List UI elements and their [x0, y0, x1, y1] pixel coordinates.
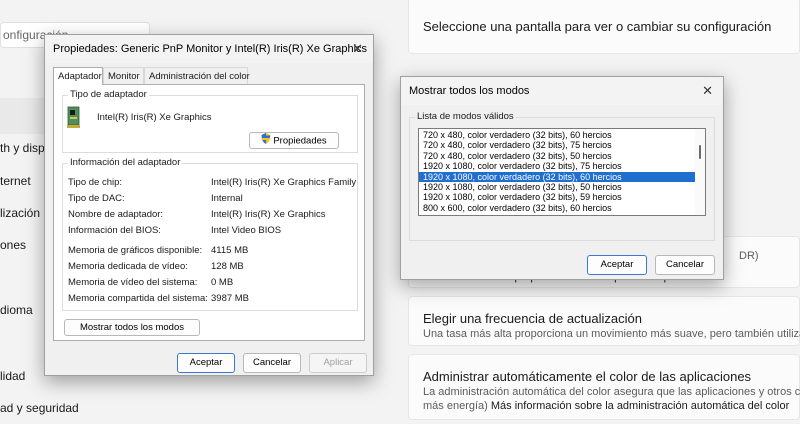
props-apply-button: Aplicar	[309, 353, 367, 373]
modes-cancel-button[interactable]: Cancelar	[655, 255, 715, 275]
auto-color-title: Administrar automáticamente el color de …	[423, 369, 752, 384]
valid-modes-group: 720 x 480, color verdadero (32 bits), 60…	[409, 117, 715, 241]
sidebar-item-apps[interactable]: ones	[0, 238, 26, 252]
uac-shield-icon	[261, 133, 271, 149]
hdr-fragment: DR)	[739, 250, 759, 262]
mode-item[interactable]: 800 x 600, color verdadero (32 bits), 60…	[419, 203, 695, 213]
shared-memory-value: 3987 MB	[211, 293, 250, 304]
sidebar-selected-highlight	[0, 98, 50, 134]
available-memory-value: 4115 MB	[211, 245, 249, 256]
adapter-name: Intel(R) Iris(R) Xe Graphics	[97, 112, 212, 123]
adapter-type-label: Tipo de adaptador	[68, 89, 149, 100]
valid-modes-label: Lista de modos válidos	[415, 111, 516, 122]
props-close-icon[interactable]: ✕	[352, 41, 363, 57]
refresh-rate-desc: Una tasa más alta proporciona un movimie…	[423, 328, 800, 340]
sidebar-item-network[interactable]: ternet	[0, 174, 31, 188]
mode-item[interactable]: 720 x 480, color verdadero (32 bits), 50…	[419, 151, 695, 161]
sidebar-item-accessibility[interactable]: lidad	[0, 369, 25, 383]
modes-scroll-thumb[interactable]	[699, 145, 701, 159]
system-video-memory-key: Memoria de vídeo del sistema:	[68, 277, 198, 288]
auto-color-card[interactable]: Administrar automáticamente el color de …	[408, 354, 800, 420]
adapter-name-key: Nombre de adaptador:	[68, 209, 164, 220]
chip-type-value: Intel(R) Iris(R) Xe Graphics Family	[211, 177, 357, 188]
props-ok-button[interactable]: Aceptar	[177, 353, 235, 373]
select-display-card[interactable]: Seleccione una pantalla para ver o cambi…	[408, 0, 800, 54]
adapter-name-value: Intel(R) Iris(R) Xe Graphics	[211, 209, 326, 220]
bios-info-value: Intel Video BIOS	[211, 225, 282, 236]
adapter-properties-button[interactable]: Propiedades	[249, 132, 339, 149]
dedicated-memory-key: Memoria dedicada de vídeo:	[68, 261, 188, 272]
sidebar-item-personalization[interactable]: lización	[0, 206, 40, 220]
dac-type-key: Tipo de DAC:	[68, 193, 125, 204]
show-all-modes-dialog: Mostrar todos los modos ✕ Lista de modos…	[400, 76, 724, 280]
graphics-card-icon	[67, 106, 81, 128]
props-title: Propiedades: Generic PnP Monitor y Intel…	[53, 43, 368, 55]
auto-color-desc-line2: más energía) Más información sobre la ad…	[423, 400, 790, 412]
auto-color-more-info-link[interactable]: Más información sobre la administración …	[491, 400, 789, 412]
available-memory-key: Memoria de gráficos disponible:	[68, 245, 203, 256]
mode-item[interactable]: 720 x 480, color verdadero (32 bits), 60…	[419, 130, 695, 140]
modes-ok-button[interactable]: Aceptar	[587, 255, 647, 275]
adapter-type-group: Tipo de adaptador Intel(R) Iris(R) Xe Gr…	[62, 89, 358, 153]
mode-item[interactable]: 720 x 480, color verdadero (32 bits), 75…	[419, 140, 695, 150]
tab-adaptador[interactable]: Adaptador	[53, 67, 103, 85]
mode-item[interactable]: 1920 x 1080, color verdadero (32 bits), …	[419, 182, 695, 192]
dac-type-value: Internal	[211, 193, 243, 204]
show-all-modes-button[interactable]: Mostrar todos los modos	[64, 319, 200, 336]
refresh-rate-title: Elegir una frecuencia de actualización	[423, 311, 642, 326]
sidebar-item-language[interactable]: dioma	[0, 303, 33, 317]
modes-title: Mostrar todos los modos	[409, 85, 530, 97]
refresh-rate-card[interactable]: Elegir una frecuencia de actualización U…	[408, 296, 800, 346]
modes-titlebar[interactable]: Mostrar todos los modos	[401, 77, 723, 105]
tab-color-management[interactable]: Administración del color	[144, 67, 250, 84]
mode-item-selected[interactable]: 1920 x 1080, color verdadero (32 bits), …	[419, 171, 695, 182]
mode-item[interactable]: 1920 x 1080, color verdadero (32 bits), …	[419, 161, 695, 171]
mode-item[interactable]: 1920 x 1080, color verdadero (32 bits), …	[419, 192, 695, 202]
sidebar-item-privacy[interactable]: ad y seguridad	[0, 401, 79, 415]
shared-memory-key: Memoria compartida del sistema:	[68, 293, 208, 304]
auto-color-desc: La administración automática del color a…	[423, 386, 800, 398]
modes-listbox[interactable]: 720 x 480, color verdadero (32 bits), 60…	[418, 128, 706, 216]
modes-close-icon[interactable]: ✕	[702, 83, 713, 99]
props-cancel-button[interactable]: Cancelar	[243, 353, 301, 373]
system-video-memory-value: 0 MB	[211, 277, 234, 288]
adapter-properties-dialog: Propiedades: Generic PnP Monitor y Intel…	[44, 34, 374, 376]
chip-type-key: Tipo de chip:	[68, 177, 123, 188]
select-display-text: Seleccione una pantalla para ver o cambi…	[423, 19, 772, 34]
modes-scrollbar[interactable]	[695, 129, 705, 215]
adapter-info-label: Información del adaptador	[68, 157, 183, 168]
tab-monitor[interactable]: Monitor	[103, 67, 144, 84]
bios-info-key: Información del BIOS:	[68, 225, 161, 236]
dedicated-memory-value: 128 MB	[211, 261, 244, 272]
adapter-tab-panel: Tipo de adaptador Intel(R) Iris(R) Xe Gr…	[53, 84, 365, 341]
props-titlebar[interactable]: Propiedades: Generic PnP Monitor y Intel…	[45, 35, 373, 63]
